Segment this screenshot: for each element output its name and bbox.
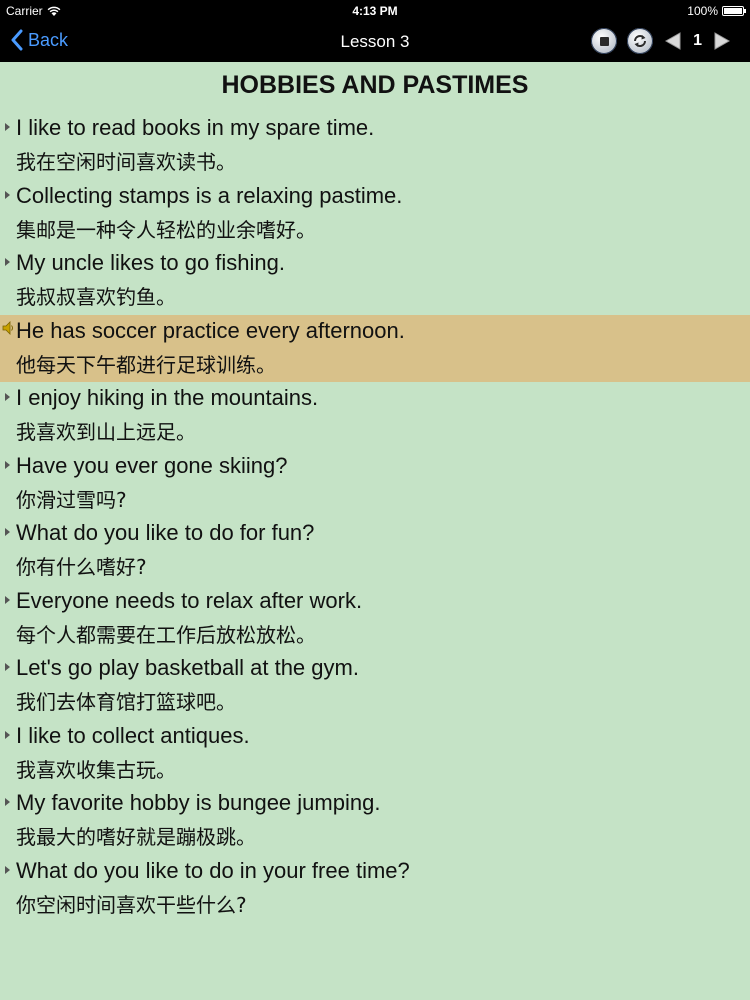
play-marker-icon (5, 730, 10, 739)
speaker-icon (2, 320, 13, 335)
phrase-row[interactable]: I enjoy hiking in the mountains. 我喜欢到山上远足… (0, 382, 750, 450)
phrase-row[interactable]: He has soccer practice every afternoon. 他… (0, 314, 750, 382)
phrase-chinese: 他每天下午都进行足球训练。 (16, 352, 276, 377)
phrase-english: Have you ever gone skiing? (16, 452, 288, 478)
phrase-chinese: 每个人都需要在工作后放松放松。 (16, 622, 316, 647)
phrase-chinese: 我在空闲时间喜欢读书。 (16, 150, 236, 174)
lesson-content: HOBBIES AND PASTIMES I like to read book… (0, 62, 750, 1000)
phrase-english: I like to read books in my spare time. (16, 115, 375, 140)
phrase-row[interactable]: I like to collect antiques. 我喜欢收集古玩。 (0, 720, 750, 788)
play-marker-icon (5, 190, 10, 199)
phrase-chinese: 我最大的嗜好就是蹦极跳。 (16, 825, 256, 849)
play-marker-icon (5, 798, 10, 806)
repeat-icon (634, 35, 647, 47)
phrase-english: My uncle likes to go fishing. (16, 250, 286, 275)
phrase-row[interactable]: I like to read books in my spare time. 我在… (0, 112, 750, 180)
phrase-row[interactable]: Collecting stamps is a relaxing pastime.… (0, 180, 750, 248)
page-title: HOBBIES AND PASTIMES (221, 71, 529, 99)
phrase-row[interactable]: Everyone needs to relax after work. 每个人都需… (0, 585, 750, 653)
phrase-row[interactable]: Have you ever gone skiing? 你滑过雪吗? (0, 450, 750, 518)
play-marker-icon (5, 865, 10, 874)
phrase-chinese: 集邮是一种令人轻松的业余嗜好。 (16, 217, 316, 242)
next-button[interactable] (712, 28, 732, 54)
phrase-chinese: 我喜欢到山上远足。 (16, 420, 196, 444)
phrase-row[interactable]: Let's go play basketball at the gym. 我们去体… (0, 652, 750, 720)
previous-button[interactable] (663, 28, 683, 54)
phrase-english: What do you like to do for fun? (16, 520, 315, 545)
play-marker-icon (5, 528, 10, 536)
phrase-chinese: 你有什么嗜好? (16, 555, 147, 579)
phrase-english: I enjoy hiking in the mountains. (16, 385, 319, 410)
phrase-english: He has soccer practice every afternoon. (16, 317, 405, 343)
phrase-row[interactable]: What do you like to do in your free time… (0, 855, 750, 923)
battery-indicator: 100% (687, 4, 746, 18)
phrase-english: My favorite hobby is bungee jumping. (16, 790, 381, 815)
phrase-english: Let's go play basketball at the gym. (16, 655, 359, 680)
phrase-english: I like to collect antiques. (16, 722, 250, 748)
triangle-right-icon (714, 32, 731, 50)
play-marker-icon (5, 393, 10, 401)
play-marker-icon (5, 663, 10, 671)
phrase-list: I like to read books in my spare time. 我在… (0, 112, 750, 922)
stop-button[interactable] (591, 28, 618, 54)
phrase-chinese: 我叔叔喜欢钓鱼。 (16, 285, 176, 309)
battery-icon (722, 6, 746, 16)
phrase-english: Collecting stamps is a relaxing pastime. (16, 182, 403, 208)
repeat-button[interactable] (627, 28, 654, 54)
battery-percent: 100% (687, 4, 718, 18)
phrase-row[interactable]: What do you like to do for fun? 你有什么嗜好? (0, 517, 750, 585)
phrase-row[interactable]: My uncle likes to go fishing. 我叔叔喜欢钓鱼。 (0, 247, 750, 315)
playback-controls: 1 (591, 28, 732, 54)
phrase-chinese: 我们去体育馆打篮球吧。 (16, 690, 236, 714)
page-number: 1 (693, 32, 702, 49)
battery-fill (724, 8, 742, 14)
phrase-row[interactable]: My favorite hobby is bungee jumping. 我最大的… (0, 787, 750, 855)
status-time: 4:13 PM (352, 4, 398, 18)
play-marker-icon (5, 595, 10, 604)
phrase-chinese: 你滑过雪吗? (16, 487, 127, 512)
phrase-english: Everyone needs to relax after work. (16, 587, 363, 613)
phrase-chinese: 我喜欢收集古玩。 (16, 757, 176, 782)
triangle-left-icon (665, 32, 681, 50)
stop-icon (599, 36, 609, 46)
navigation-bar: Back Lesson 3 1 (0, 22, 750, 62)
status-bar: Carrier 4:13 PM 100% (0, 0, 750, 22)
phrase-chinese: 你空闲时间喜欢干些什么? (16, 892, 247, 917)
phrase-english: What do you like to do in your free time… (16, 857, 410, 883)
play-marker-icon (5, 460, 10, 469)
play-marker-icon (5, 123, 10, 131)
play-marker-icon (5, 258, 10, 266)
